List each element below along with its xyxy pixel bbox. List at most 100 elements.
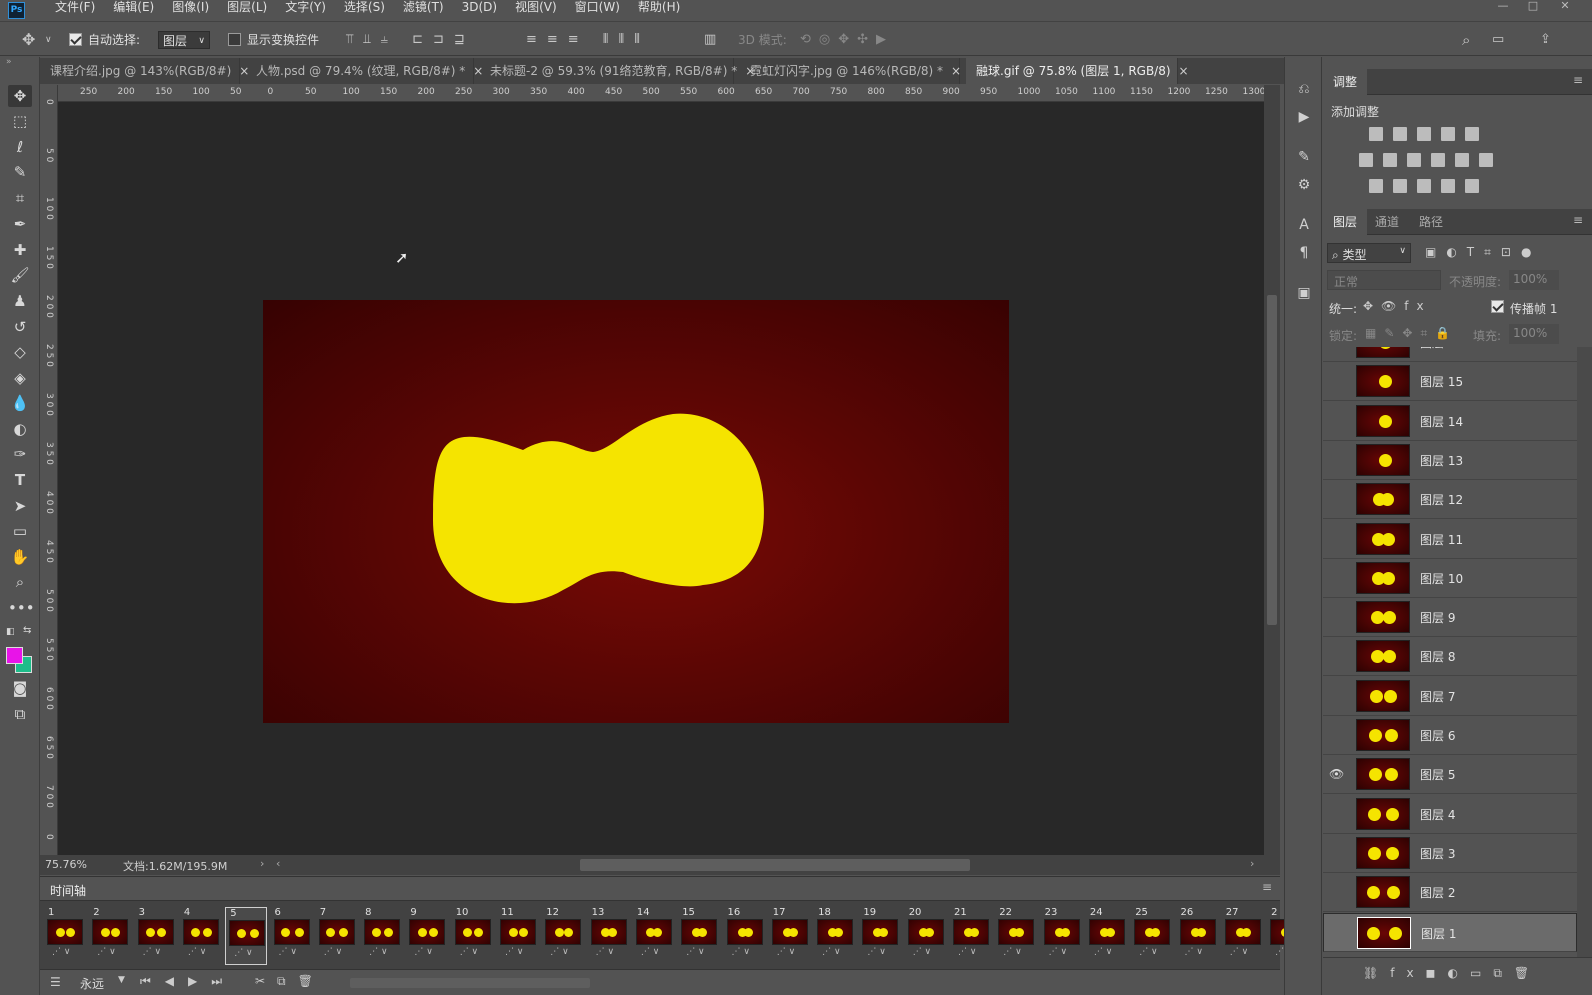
horizontal-scroll-thumb[interactable] (580, 859, 970, 871)
blur-tool-icon[interactable]: 💧 (8, 392, 32, 414)
playback-controls-icon[interactable]: ⏮◀▶⏭ (140, 974, 236, 989)
timeline-frame[interactable]: 18 ⋰ ∨ (814, 907, 856, 965)
vertical-scrollbar[interactable] (1264, 85, 1280, 855)
paragraph-panel-icon[interactable]: ¶ (1294, 245, 1314, 265)
timeline-frame[interactable]: 21 ⋰ ∨ (950, 907, 992, 965)
status-arrow-icon[interactable]: › (260, 857, 264, 870)
layer-footer-icons[interactable]: ⛓fx◼◐▭⧉🗑 (1363, 966, 1541, 981)
screen-mode-icon[interactable]: ⧉ (8, 703, 32, 725)
frame-delay-icon[interactable]: ⋰ ∨ (913, 947, 931, 957)
scroll-right-icon[interactable]: › (1250, 857, 1254, 870)
brush-tool-icon[interactable]: 🖌 (8, 264, 32, 286)
frame-delay-icon[interactable]: ⋰ ∨ (732, 947, 750, 957)
timeline-frame[interactable]: 17 ⋰ ∨ (769, 907, 811, 965)
close-tab-icon[interactable]: × (951, 64, 961, 78)
timeline-frame[interactable]: 1 ⋰ ∨ (44, 907, 86, 965)
propagate-checkbox[interactable] (1491, 300, 1504, 316)
frame-delay-icon[interactable]: ⋰ ∨ (686, 947, 704, 957)
history-panel-icon[interactable]: ⎌ (1294, 81, 1314, 101)
frame-delay-icon[interactable]: ⋰ ∨ (867, 947, 885, 957)
timeline-scroll-thumb[interactable] (350, 978, 590, 988)
frame-delay-icon[interactable]: ⋰ ∨ (1230, 947, 1248, 957)
layer-visibility-icon[interactable] (1329, 532, 1343, 546)
auto-select-checkbox[interactable] (69, 33, 82, 51)
timeline-frame[interactable]: 3 ⋰ ∨ (135, 907, 177, 965)
fill-field[interactable]: 100% (1509, 324, 1559, 344)
timeline-frame[interactable]: 11 ⋰ ∨ (497, 907, 539, 965)
properties-panel-icon[interactable]: ⚙ (1294, 177, 1314, 197)
rectangle-tool-icon[interactable]: ▭ (8, 520, 32, 542)
tab-paths[interactable]: 路径 (1409, 209, 1453, 235)
menu-item[interactable]: 滤镜(T) (394, 0, 453, 14)
timeline-frame[interactable]: 27 ⋰ ∨ (1222, 907, 1264, 965)
lasso-tool-icon[interactable]: ℓ (8, 136, 32, 158)
maximize-icon[interactable]: □ (1518, 0, 1548, 12)
layer-row[interactable]: 图层 1 (1323, 912, 1577, 952)
menu-item[interactable]: 视图(V) (506, 0, 566, 14)
move-tool-icon[interactable]: ✥ (22, 31, 35, 49)
path-select-tool-icon[interactable]: ➤ (8, 495, 32, 517)
layer-row[interactable]: 图层 2 (1323, 873, 1577, 913)
layer-visibility-icon[interactable] (1329, 846, 1343, 860)
layer-row[interactable]: 图层 4 (1323, 795, 1577, 834)
layers-menu-icon[interactable]: ≡ (1573, 213, 1583, 227)
zoom-tool-icon[interactable]: ⌕ (8, 571, 32, 593)
collapse-icon[interactable]: » (6, 57, 12, 67)
layer-row[interactable]: 图层 12 (1323, 480, 1577, 520)
layer-row[interactable]: 图层 13 (1323, 441, 1577, 480)
timeline-frame[interactable]: 5 ⋰ ∨ (225, 907, 268, 965)
vertical-scroll-thumb[interactable] (1267, 295, 1277, 625)
move-tool-icon[interactable]: ✥ (8, 85, 32, 107)
stamp-tool-icon[interactable]: ♟ (8, 290, 32, 312)
foreground-color-swatch[interactable] (6, 647, 23, 664)
frame-delay-icon[interactable]: ⋰ ∨ (1003, 947, 1021, 957)
show-transform-checkbox[interactable] (228, 33, 241, 51)
document-tab[interactable]: 霓虹灯闪字.jpg @ 146%(RGB/8) * × (740, 58, 961, 84)
menu-item[interactable]: 图层(L) (218, 0, 276, 14)
eraser-tool-icon[interactable]: ◇ (8, 341, 32, 363)
timeline-frame[interactable]: 22 ⋰ ∨ (995, 907, 1037, 965)
menu-item[interactable]: 帮助(H) (629, 0, 689, 14)
layer-visibility-icon[interactable] (1329, 649, 1343, 663)
scroll-left-icon[interactable]: ‹ (276, 857, 280, 870)
more-tools-icon[interactable]: ••• (8, 597, 35, 619)
layer-visibility-icon[interactable] (1329, 728, 1343, 742)
timeline-frame[interactable]: 9 ⋰ ∨ (406, 907, 448, 965)
frame-delay-icon[interactable]: ⋰ ∨ (1139, 947, 1157, 957)
menu-item[interactable]: 窗口(W) (566, 0, 629, 14)
blend-mode-select[interactable]: 正常 (1327, 270, 1441, 290)
menu-item[interactable]: 3D(D) (453, 0, 506, 14)
layer-row[interactable]: 图层 14 (1323, 402, 1577, 441)
frame-delay-icon[interactable]: ⋰ ∨ (188, 947, 206, 957)
eyedropper-tool-icon[interactable]: ✒ (8, 213, 32, 235)
layer-row[interactable]: 👁 图层 5 (1323, 755, 1577, 795)
layer-filter-icons[interactable]: ▣◐T⌗⊡● (1425, 245, 1541, 260)
timeline-frame[interactable]: 15 ⋰ ∨ (678, 907, 720, 965)
workspace-icon[interactable]: ▭ (1492, 31, 1504, 49)
loop-chevron-icon[interactable]: ▼ (118, 975, 125, 985)
timeline-frame[interactable]: 23 ⋰ ∨ (1041, 907, 1083, 965)
align-icons[interactable]: ⫪⫫⫨ ⊏⊐⊒ (346, 31, 475, 49)
convert-timeline-icon[interactable]: ☰ (50, 975, 61, 989)
adjustment-icons-row-3[interactable] (1369, 179, 1479, 193)
healing-tool-icon[interactable]: ✚ (8, 239, 32, 261)
layer-row[interactable]: 图层 11 (1323, 520, 1577, 559)
frame-delay-icon[interactable]: ⋰ ∨ (279, 947, 297, 957)
loop-select[interactable]: 永远 (80, 975, 104, 992)
timeline-frame[interactable]: 2 ⋰ ∨ (89, 907, 131, 965)
document-canvas[interactable] (263, 300, 1009, 723)
timeline-frame[interactable]: 26 ⋰ ∨ (1177, 907, 1219, 965)
adjustment-icons-row-2[interactable] (1359, 153, 1493, 167)
timeline-frame[interactable]: 25 ⋰ ∨ (1131, 907, 1173, 965)
auto-align-icon[interactable]: ▥ (704, 31, 716, 49)
layer-row[interactable]: 图层 6 (1323, 716, 1577, 755)
layer-row[interactable]: 图层 3 (1323, 834, 1577, 873)
layer-visibility-icon[interactable] (1330, 926, 1344, 940)
frame-delay-icon[interactable]: ⋰ ∨ (369, 947, 387, 957)
frame-delay-icon[interactable]: ⋰ ∨ (460, 947, 478, 957)
document-tab[interactable]: 课程介绍.jpg @ 143%(RGB/8#) × (40, 58, 249, 84)
paint-bucket-tool-icon[interactable]: ◈ (8, 367, 32, 389)
frame-delay-icon[interactable]: ⋰ ∨ (641, 947, 659, 957)
layer-row[interactable]: 图层 8 (1323, 637, 1577, 677)
layer-visibility-icon[interactable] (1329, 492, 1343, 506)
